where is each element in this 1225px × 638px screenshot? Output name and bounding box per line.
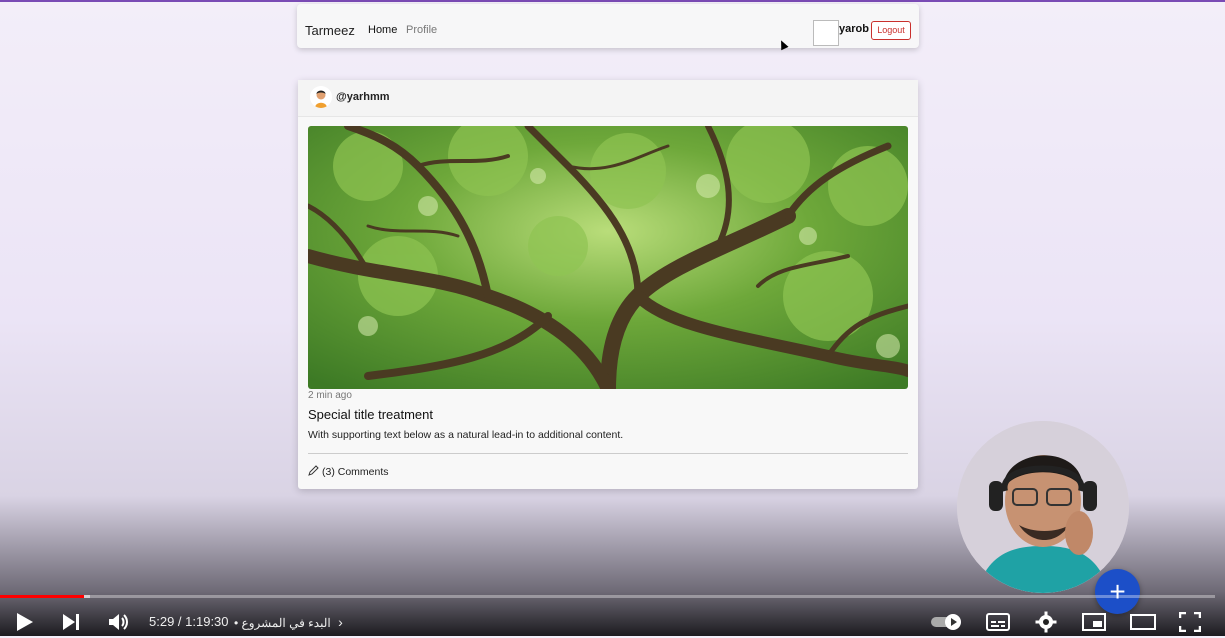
progress-played bbox=[0, 595, 84, 598]
chapter-button[interactable]: • البدء في المشروع › bbox=[234, 614, 343, 630]
theater-mode-icon[interactable] bbox=[1130, 614, 1156, 635]
next-icon[interactable] bbox=[62, 613, 82, 636]
miniplayer-icon[interactable] bbox=[1082, 613, 1106, 636]
nav-link-profile[interactable]: Profile bbox=[406, 24, 437, 36]
post-timestamp: 2 min ago bbox=[308, 390, 352, 401]
add-post-button[interactable]: + bbox=[1095, 569, 1140, 614]
navbar: Tarmeez Home Profile yarob Logout bbox=[297, 4, 919, 48]
nav-link-home[interactable]: Home bbox=[368, 24, 397, 36]
fullscreen-icon[interactable] bbox=[1178, 611, 1202, 637]
brand-link[interactable]: Tarmeez bbox=[305, 23, 355, 38]
volume-icon[interactable] bbox=[108, 612, 130, 637]
video-progress-bar[interactable] bbox=[0, 595, 1215, 598]
user-avatar-broken-image bbox=[813, 20, 839, 46]
pen-icon bbox=[308, 465, 319, 479]
nav-username: yarob bbox=[839, 23, 869, 35]
post-title: Special title treatment bbox=[308, 407, 434, 422]
subtitles-icon[interactable] bbox=[986, 613, 1010, 636]
chapter-separator: • bbox=[234, 616, 242, 630]
comments-link[interactable]: (3) Comments bbox=[308, 465, 389, 479]
play-icon[interactable] bbox=[16, 612, 34, 637]
author-avatar bbox=[310, 86, 332, 108]
comments-count-label: (3) Comments bbox=[322, 465, 389, 478]
chapter-title: البدء في المشروع bbox=[241, 616, 331, 630]
webcam-overlay bbox=[957, 421, 1129, 593]
post-card[interactable]: @yarhmm 2 min ago Special title treatmen… bbox=[298, 80, 918, 489]
post-header: @yarhmm bbox=[298, 80, 918, 117]
logout-button[interactable]: Logout bbox=[871, 21, 911, 40]
post-body-text: With supporting text below as a natural … bbox=[308, 429, 624, 441]
autoplay-toggle[interactable] bbox=[930, 613, 964, 636]
post-image bbox=[308, 126, 908, 389]
time-display: 5:29 / 1:19:30 bbox=[149, 614, 229, 629]
chevron-right-icon: › bbox=[338, 614, 343, 630]
post-divider bbox=[308, 453, 908, 454]
top-accent-line bbox=[0, 0, 1225, 2]
post-author-username[interactable]: @yarhmm bbox=[336, 91, 390, 103]
settings-gear-icon[interactable] bbox=[1035, 611, 1057, 638]
